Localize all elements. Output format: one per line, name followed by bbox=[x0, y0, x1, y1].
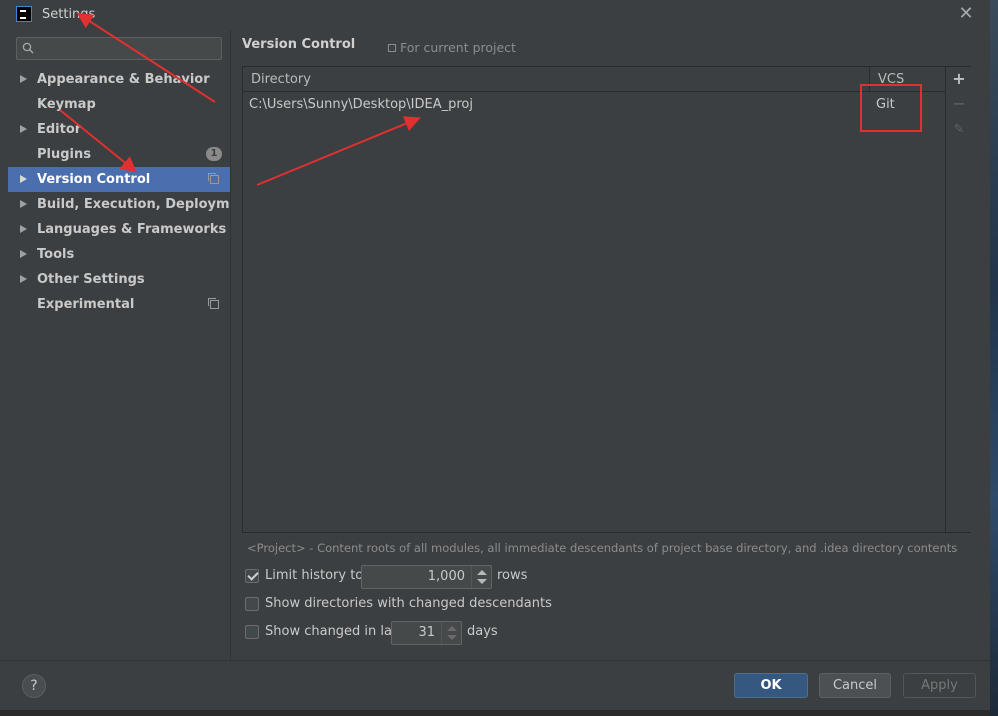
vcs-cell[interactable]: Git bbox=[876, 97, 895, 112]
sidebar-item-label: Other Settings bbox=[37, 272, 145, 287]
sidebar-item-label: Languages & Frameworks bbox=[37, 222, 227, 237]
background-window-strip bbox=[0, 710, 990, 716]
table-row[interactable]: C:\Users\Sunny\Desktop\IDEA_proj Git bbox=[243, 93, 945, 117]
page-title: Version Control bbox=[242, 37, 356, 52]
sidebar-item-keymap[interactable]: Keymap bbox=[8, 92, 230, 117]
project-scope-icon bbox=[208, 298, 219, 309]
title-bar: Settings ✕ bbox=[0, 0, 990, 30]
dialog-footer: ? OK Cancel Apply bbox=[0, 660, 990, 710]
spinner-buttons[interactable] bbox=[441, 622, 461, 644]
add-icon[interactable]: + bbox=[951, 71, 967, 87]
settings-tree: Appearance & Behavior Keymap Editor Plug… bbox=[8, 67, 254, 317]
sidebar-item-label: Plugins bbox=[37, 147, 91, 162]
settings-content: Version Control For current project Dire… bbox=[230, 30, 990, 660]
plugins-update-badge: 1 bbox=[206, 147, 222, 161]
settings-sidebar: Appearance & Behavior Keymap Editor Plug… bbox=[8, 30, 254, 660]
ok-button[interactable]: OK bbox=[734, 673, 808, 698]
show-changed-option: Show changed in last 31 days bbox=[245, 621, 565, 645]
sidebar-item-label: Editor bbox=[37, 122, 82, 137]
search-input[interactable] bbox=[16, 37, 222, 60]
show-dirs-checkbox[interactable] bbox=[245, 597, 259, 611]
sidebar-item-editor[interactable]: Editor bbox=[8, 117, 230, 142]
intellij-idea-icon bbox=[16, 6, 32, 22]
show-changed-label[interactable]: Show changed in last bbox=[265, 624, 404, 639]
sidebar-item-label: Experimental bbox=[37, 297, 135, 312]
vcs-mappings-table: Directory VCS C:\Users\Sunny\Desktop\IDE… bbox=[242, 66, 971, 533]
search-icon bbox=[22, 42, 34, 54]
expand-arrow-icon[interactable] bbox=[20, 225, 27, 233]
limit-history-label[interactable]: Limit history to: bbox=[265, 568, 368, 583]
sidebar-item-languages-frameworks[interactable]: Languages & Frameworks bbox=[8, 217, 230, 242]
cancel-button[interactable]: Cancel bbox=[819, 673, 891, 698]
directory-cell[interactable]: C:\Users\Sunny\Desktop\IDEA_proj bbox=[249, 97, 473, 112]
show-dirs-label[interactable]: Show directories with changed descendant… bbox=[265, 596, 552, 611]
sidebar-item-label: Version Control bbox=[37, 172, 151, 187]
expand-arrow-icon[interactable] bbox=[20, 250, 27, 258]
expand-arrow-icon[interactable] bbox=[20, 175, 27, 183]
expand-arrow-icon[interactable] bbox=[20, 275, 27, 283]
column-divider[interactable] bbox=[869, 67, 870, 92]
edit-icon[interactable]: ✎ bbox=[951, 122, 967, 138]
history-rows-spinner[interactable]: 1,000 bbox=[361, 565, 492, 589]
background-desktop bbox=[990, 0, 998, 716]
expand-arrow-icon[interactable] bbox=[20, 125, 27, 133]
expand-arrow-icon[interactable] bbox=[20, 75, 27, 83]
sidebar-item-plugins[interactable]: Plugins 1 bbox=[8, 142, 230, 167]
apply-button[interactable]: Apply bbox=[903, 673, 976, 698]
expand-arrow-icon[interactable] bbox=[20, 200, 27, 208]
table-toolbar: + − ✎ bbox=[945, 67, 971, 532]
spinner-buttons[interactable] bbox=[471, 566, 491, 588]
sidebar-item-build-execution-deployment[interactable]: Build, Execution, Deployment bbox=[8, 192, 254, 217]
close-icon[interactable]: ✕ bbox=[956, 4, 976, 24]
project-scope-icon bbox=[208, 173, 219, 184]
scope-label: For current project bbox=[388, 40, 516, 55]
help-button[interactable]: ? bbox=[22, 674, 46, 698]
window-title: Settings bbox=[42, 7, 96, 22]
sidebar-item-label: Build, Execution, Deployment bbox=[37, 197, 254, 212]
show-changed-checkbox[interactable] bbox=[245, 625, 259, 639]
spinner-down-icon[interactable] bbox=[477, 579, 487, 584]
sidebar-item-version-control[interactable]: Version Control bbox=[8, 167, 230, 192]
settings-dialog: Settings ✕ Appearance & Behavior Keymap … bbox=[0, 0, 990, 716]
limit-history-option: Limit history to: 1,000 rows bbox=[245, 565, 565, 589]
rows-label: rows bbox=[497, 568, 528, 583]
changed-days-value[interactable]: 31 bbox=[418, 625, 435, 640]
show-dirs-option: Show directories with changed descendant… bbox=[245, 593, 565, 615]
spinner-up-icon[interactable] bbox=[477, 570, 487, 575]
project-hint: <Project> - Content roots of all modules… bbox=[247, 541, 958, 555]
spinner-up-icon[interactable] bbox=[447, 626, 457, 631]
table-header: Directory VCS bbox=[243, 67, 945, 92]
sidebar-item-appearance-behavior[interactable]: Appearance & Behavior bbox=[8, 67, 230, 92]
sidebar-item-label: Tools bbox=[37, 247, 75, 262]
column-header-directory[interactable]: Directory bbox=[251, 72, 311, 87]
limit-history-checkbox[interactable] bbox=[245, 569, 259, 583]
project-scope-icon bbox=[388, 44, 396, 52]
days-label: days bbox=[467, 624, 498, 639]
changed-days-spinner[interactable]: 31 bbox=[391, 621, 462, 645]
column-header-vcs[interactable]: VCS bbox=[878, 72, 904, 87]
history-rows-value[interactable]: 1,000 bbox=[428, 569, 465, 584]
sidebar-item-label: Appearance & Behavior bbox=[37, 72, 210, 87]
sidebar-item-label: Keymap bbox=[37, 97, 96, 112]
sidebar-item-experimental[interactable]: Experimental bbox=[8, 292, 230, 317]
scope-text: For current project bbox=[400, 40, 516, 55]
spinner-down-icon[interactable] bbox=[447, 635, 457, 640]
sidebar-item-other-settings[interactable]: Other Settings bbox=[8, 267, 230, 292]
sidebar-item-tools[interactable]: Tools bbox=[8, 242, 230, 267]
remove-icon[interactable]: − bbox=[951, 96, 967, 112]
